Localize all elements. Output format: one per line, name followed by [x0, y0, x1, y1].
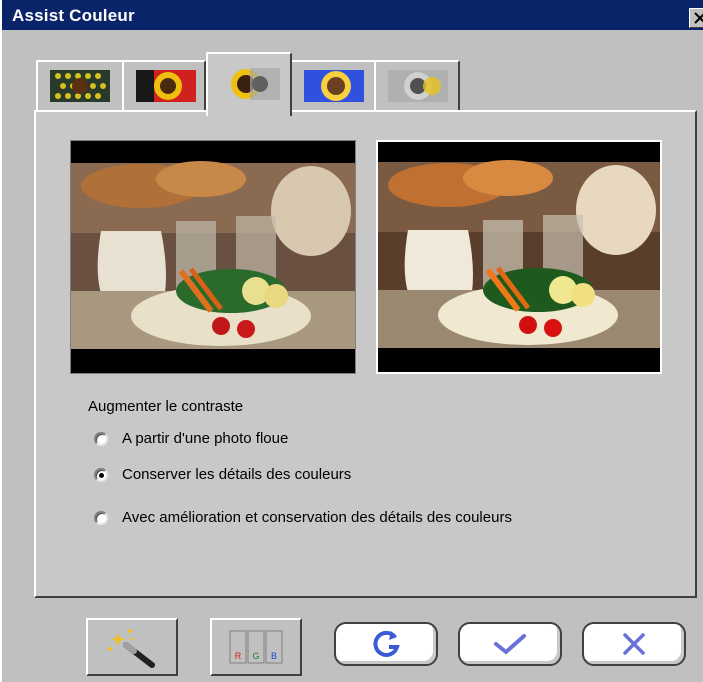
sunflower-gray-icon — [388, 70, 448, 102]
radio-button-selected[interactable] — [94, 468, 108, 482]
magic-wand-icon — [108, 629, 155, 668]
tab-4[interactable] — [290, 60, 376, 112]
title-bar: Assist Couleur — [2, 0, 703, 30]
photo-before-still-life — [71, 141, 355, 373]
contrast-group-label: Augmenter le contraste — [88, 398, 244, 415]
reset-icon — [373, 630, 400, 657]
close-button[interactable] — [689, 8, 703, 28]
radio-label: Avec amélioration et conservation des dé… — [122, 509, 512, 526]
rgb-channels-button[interactable]: R G B — [210, 618, 302, 676]
radio-label: Conserver les détails des couleurs — [122, 466, 352, 483]
sunflower-bright-icon — [304, 70, 364, 102]
tab-5[interactable] — [374, 60, 460, 112]
radio-button[interactable] — [94, 511, 108, 525]
options-panel: Augmenter le contraste A partir d'une ph… — [34, 110, 697, 598]
preview-before-image — [70, 140, 356, 374]
photo-after-still-life — [378, 142, 660, 372]
window-title: Assist Couleur — [12, 6, 135, 25]
preview-after-image — [376, 140, 662, 374]
rgb-letter-b: B — [271, 651, 277, 661]
rgb-letter-r: R — [235, 651, 242, 661]
sunflower-contrast-icon — [220, 68, 280, 100]
sunflower-yellow-mesh-icon — [50, 70, 110, 102]
radio-button[interactable] — [94, 432, 108, 446]
tab-3[interactable] — [206, 52, 292, 116]
tab-2[interactable] — [122, 60, 206, 112]
radio-label: A partir d'une photo floue — [122, 430, 289, 447]
cancel-button[interactable] — [582, 622, 686, 666]
checkmark-icon — [494, 634, 526, 654]
close-icon — [694, 12, 703, 24]
auto-fix-button[interactable] — [86, 618, 178, 676]
tab-1[interactable] — [36, 60, 124, 112]
sunflower-dark-icon — [136, 70, 196, 102]
radio-selected-dot — [99, 473, 104, 478]
reset-button[interactable] — [334, 622, 438, 666]
rgb-channels-icon: R G B — [229, 630, 283, 664]
x-icon — [623, 633, 645, 655]
ok-button[interactable] — [458, 622, 562, 666]
dialog-window: Assist Couleur Augmenter le contraste A … — [0, 0, 703, 682]
rgb-letter-g: G — [252, 651, 259, 661]
